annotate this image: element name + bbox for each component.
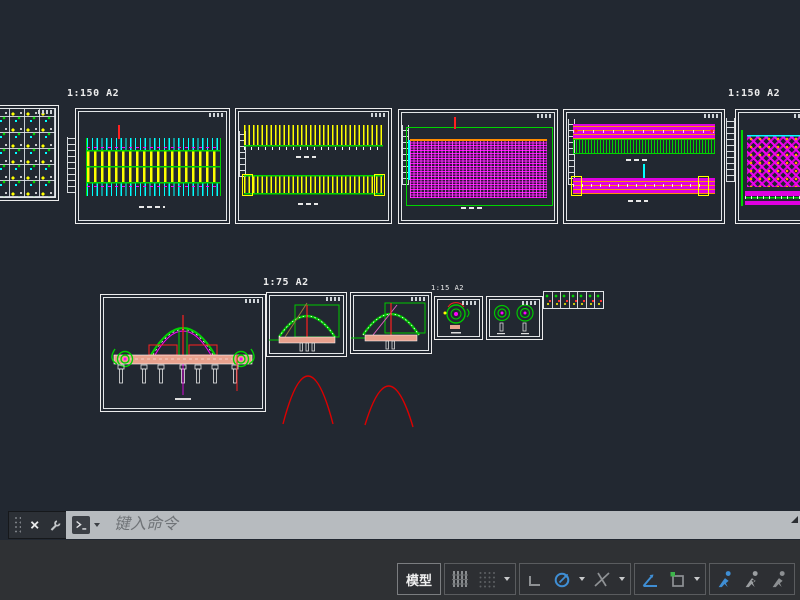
command-input[interactable]	[104, 515, 794, 535]
annotation-autoscale-icon[interactable]	[742, 569, 762, 589]
caption-mark	[298, 203, 318, 205]
caption-mark	[628, 200, 648, 202]
scale-label[interactable]: 1:15 A2	[431, 284, 464, 292]
annotation-visibility-icon[interactable]	[715, 569, 735, 589]
drag-grip[interactable]	[14, 516, 22, 534]
detail-cell	[544, 292, 553, 308]
red-marker	[118, 125, 120, 139]
model-tab-button[interactable]: 模型	[396, 563, 441, 595]
sheet-chevron-hatch[interactable]	[735, 109, 800, 224]
recent-commands-caret[interactable]	[94, 523, 100, 527]
customize-wrench-icon[interactable]	[49, 518, 61, 533]
sheet-rebar-layout[interactable]	[398, 109, 558, 224]
model-space-canvas[interactable]: 1:150 A2 1:150 A2 1:75 A2 1:15 A2	[0, 0, 800, 600]
sheet-spiral-detail-1[interactable]	[434, 296, 483, 340]
rebar-hatch	[410, 139, 547, 198]
isometric-drafting-icon[interactable]	[592, 569, 612, 589]
sheet-pier-arch-side-1[interactable]	[266, 292, 347, 357]
grid-display-icon[interactable]	[450, 569, 470, 589]
ortho-polar-group	[519, 563, 631, 595]
pier-arch-drawing	[111, 315, 255, 400]
annotation-group	[709, 563, 795, 595]
yellow-end-box	[374, 174, 385, 196]
ladder-detail[interactable]	[726, 118, 735, 182]
chevron-hatch	[747, 135, 800, 187]
yellow-end-box	[571, 176, 582, 196]
close-icon[interactable]	[29, 518, 40, 532]
spiral-detail-drawing	[493, 304, 534, 335]
cyan-edge	[408, 140, 410, 180]
detail-cell	[561, 292, 570, 308]
annotation-scale-icon[interactable]	[769, 569, 789, 589]
model-tab-label: 模型	[405, 572, 432, 588]
detail-cell	[552, 292, 562, 308]
arch-side-drawing	[351, 302, 426, 350]
beam-hatch-bottom	[573, 178, 715, 194]
beam-hatch-top	[573, 124, 715, 154]
beam-hatch-top	[244, 125, 383, 150]
green-edge	[741, 130, 743, 206]
detail-cell	[595, 292, 604, 308]
yellow-end-box	[698, 176, 709, 196]
grid-snap-group	[444, 563, 516, 595]
isometric-caret-icon[interactable]	[619, 577, 625, 581]
command-line-bar	[8, 511, 800, 539]
caption-mark	[626, 159, 648, 161]
snap-mode-icon[interactable]	[477, 569, 497, 589]
sheet-beam-elevation-yellow[interactable]	[235, 108, 392, 224]
status-bar: 模型	[396, 563, 795, 595]
detail-cell	[578, 292, 587, 308]
caption-mark	[461, 207, 485, 209]
sheet-pier-arch-side-2[interactable]	[350, 292, 432, 354]
scale-label[interactable]: 1:150 A2	[728, 88, 780, 99]
sheet-pier-arch-front[interactable]	[100, 294, 266, 412]
object-snap-caret-icon[interactable]	[694, 577, 700, 581]
scale-label[interactable]: 1:150 A2	[67, 88, 119, 99]
polar-tracking-icon[interactable]	[552, 569, 572, 589]
command-prompt-icon[interactable]	[72, 516, 90, 534]
caption-mark	[139, 206, 165, 208]
polar-caret-icon[interactable]	[579, 577, 585, 581]
sheet-spiral-detail-2[interactable]	[486, 296, 543, 340]
autocad-window: 1:150 A2 1:150 A2 1:75 A2 1:15 A2 键入命令 模…	[0, 0, 800, 600]
girder-plan-hatch	[86, 138, 221, 196]
red-marker	[454, 117, 456, 129]
sheet-detail-grid-partial[interactable]	[0, 105, 59, 201]
command-bar-handle-section	[8, 511, 66, 539]
red-arc-curves[interactable]	[275, 368, 423, 432]
scale-label[interactable]: 1:75 A2	[263, 277, 309, 288]
resize-grip[interactable]	[791, 516, 798, 523]
arch-side-drawing	[269, 302, 340, 352]
beam-hatch-bottom	[244, 175, 383, 197]
beam-hatch-bottom	[745, 191, 800, 205]
object-snap-tracking-icon[interactable]	[640, 569, 660, 589]
sheet-girder-plan[interactable]	[75, 108, 230, 224]
caption-mark	[296, 156, 316, 158]
cyan-marker	[643, 164, 645, 178]
ortho-mode-icon[interactable]	[525, 569, 545, 589]
command-input-area	[66, 511, 800, 539]
detail-cell	[586, 292, 596, 308]
detail-cell	[569, 292, 579, 308]
object-snap-icon[interactable]	[667, 569, 687, 589]
sheet-beam-elevation-magenta[interactable]	[563, 109, 725, 224]
spiral-detail-drawing	[443, 302, 470, 334]
detail-strip[interactable]	[543, 291, 604, 309]
snap-caret-icon[interactable]	[504, 577, 510, 581]
detail-grid-hatch	[0, 109, 55, 197]
object-snap-group	[634, 563, 706, 595]
yellow-end-box	[242, 174, 253, 196]
